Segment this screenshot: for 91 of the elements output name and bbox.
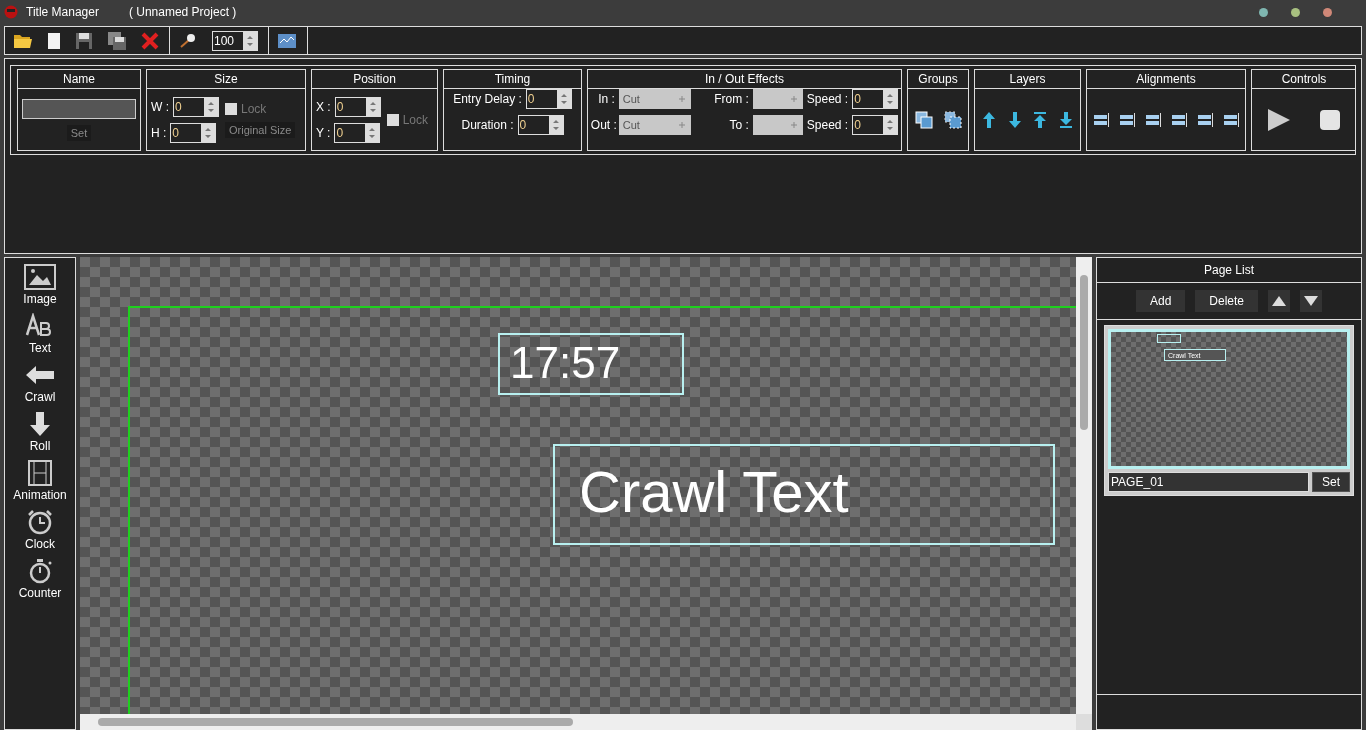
crawl-text-box[interactable]: Crawl Text <box>553 444 1055 545</box>
window-control-icon[interactable] <box>1259 7 1268 17</box>
tool-label: Clock <box>25 537 55 551</box>
field-label: Out : <box>590 118 615 132</box>
app-logo-icon <box>4 5 18 19</box>
field-label: Y : <box>316 125 331 140</box>
field-label: Speed : <box>806 118 849 132</box>
effect-dropdown[interactable]: Cut <box>618 115 691 135</box>
number-spinner[interactable]: 0 <box>517 115 564 135</box>
tool-label: Roll <box>29 439 51 453</box>
vertical-scrollbar[interactable] <box>1076 257 1092 714</box>
number-spinner[interactable]: 0 <box>170 122 217 143</box>
group-title: Layers <box>975 70 1080 89</box>
number-spinner[interactable]: 0 <box>173 96 219 117</box>
group-title: Alignments <box>1087 70 1245 89</box>
number-spinner[interactable]: 0 <box>852 115 899 135</box>
project-name: ( Unnamed Project ) <box>128 5 237 19</box>
horizontal-scrollbar[interactable] <box>80 714 1076 730</box>
monitor-chart-icon[interactable] <box>277 32 297 49</box>
window-control-icon[interactable] <box>1323 7 1332 17</box>
align-right-icon[interactable] <box>1092 111 1110 128</box>
down-triangle-icon <box>1304 296 1318 306</box>
set-button[interactable]: Set <box>1312 472 1350 492</box>
move-down-button[interactable] <box>1300 290 1322 312</box>
bring-forward-icon[interactable] <box>981 110 996 129</box>
spinner-arrows-icon[interactable] <box>548 116 563 134</box>
zoom-spinner[interactable]: 100 <box>212 30 258 51</box>
lock-label: Lock <box>241 101 267 116</box>
tool-item[interactable]: Text <box>24 313 56 355</box>
new-file-icon[interactable] <box>47 31 61 50</box>
field-label: From : <box>713 92 749 106</box>
plus-icon <box>678 96 685 102</box>
up-triangle-icon <box>1272 296 1286 306</box>
tool-item[interactable]: Image <box>23 264 57 306</box>
send-to-back-icon[interactable] <box>1059 110 1074 129</box>
tool-item[interactable]: Animation <box>13 460 67 502</box>
group-title: Name <box>18 70 140 89</box>
stop-icon[interactable] <box>1319 108 1341 131</box>
tool-item[interactable]: Roll <box>24 411 56 453</box>
tool-label: Image <box>23 292 57 306</box>
save-all-icon[interactable] <box>107 30 127 51</box>
plus-icon <box>790 96 797 102</box>
plus-icon <box>790 122 797 128</box>
play-icon[interactable] <box>1267 107 1291 132</box>
tool-item[interactable]: Crawl <box>24 362 56 404</box>
field-label: X : <box>316 99 331 114</box>
bring-to-front-icon[interactable] <box>1033 110 1048 129</box>
spinner-arrows-icon[interactable] <box>365 97 380 116</box>
tool-label: Crawl <box>24 390 56 404</box>
move-up-button[interactable] <box>1268 290 1290 312</box>
window-control-icon[interactable] <box>1291 7 1300 17</box>
zoom-icon[interactable] <box>178 31 198 50</box>
plus-icon <box>678 122 685 128</box>
tool-item[interactable]: Clock <box>24 509 56 551</box>
panel-title: Page List <box>1097 258 1361 283</box>
field-label: Duration : <box>461 118 514 132</box>
field-label: H : <box>151 125 167 140</box>
page-name-field[interactable]: PAGE_01 <box>1108 472 1309 492</box>
number-spinner[interactable]: 0 <box>334 122 381 143</box>
field-label: To : <box>728 118 749 132</box>
tool-label: Counter <box>18 586 62 600</box>
number-spinner[interactable]: 0 <box>334 96 381 117</box>
field-label: Entry Delay : <box>453 92 522 106</box>
name-field[interactable] <box>22 98 136 119</box>
tool-label: Animation <box>13 488 67 502</box>
effect-dropdown[interactable]: Cut <box>618 89 691 109</box>
thumbnail-clock-box <box>1157 334 1181 343</box>
field-label: In : <box>597 92 615 106</box>
group-title: Groups <box>908 70 968 89</box>
page-button[interactable]: Delete <box>1195 290 1258 312</box>
group-title: Position <box>312 70 437 89</box>
image-tool-icon <box>24 264 56 290</box>
field-label: W : <box>151 99 169 114</box>
group-title: Controls <box>1252 70 1355 89</box>
page-button[interactable]: Add <box>1135 290 1186 312</box>
group-icon[interactable] <box>914 110 933 129</box>
lock-label: Lock <box>402 112 429 127</box>
spinner-arrows-icon[interactable] <box>556 90 571 108</box>
ungroup-icon[interactable] <box>943 110 962 129</box>
number-spinner[interactable]: 0 <box>525 89 572 109</box>
open-folder-icon[interactable] <box>13 32 33 49</box>
close-icon[interactable] <box>141 31 159 50</box>
window-title: Title Manager <box>26 5 99 19</box>
group-title: Size <box>147 70 305 89</box>
save-icon[interactable] <box>75 31 93 50</box>
tool-item[interactable]: Counter <box>18 558 62 600</box>
send-backward-icon[interactable] <box>1007 110 1022 129</box>
tool-label: Text <box>29 341 51 355</box>
clock-text-box[interactable]: 17:57 <box>498 333 684 395</box>
number-spinner[interactable]: 0 <box>852 89 899 109</box>
field-label: Speed : <box>806 92 849 106</box>
